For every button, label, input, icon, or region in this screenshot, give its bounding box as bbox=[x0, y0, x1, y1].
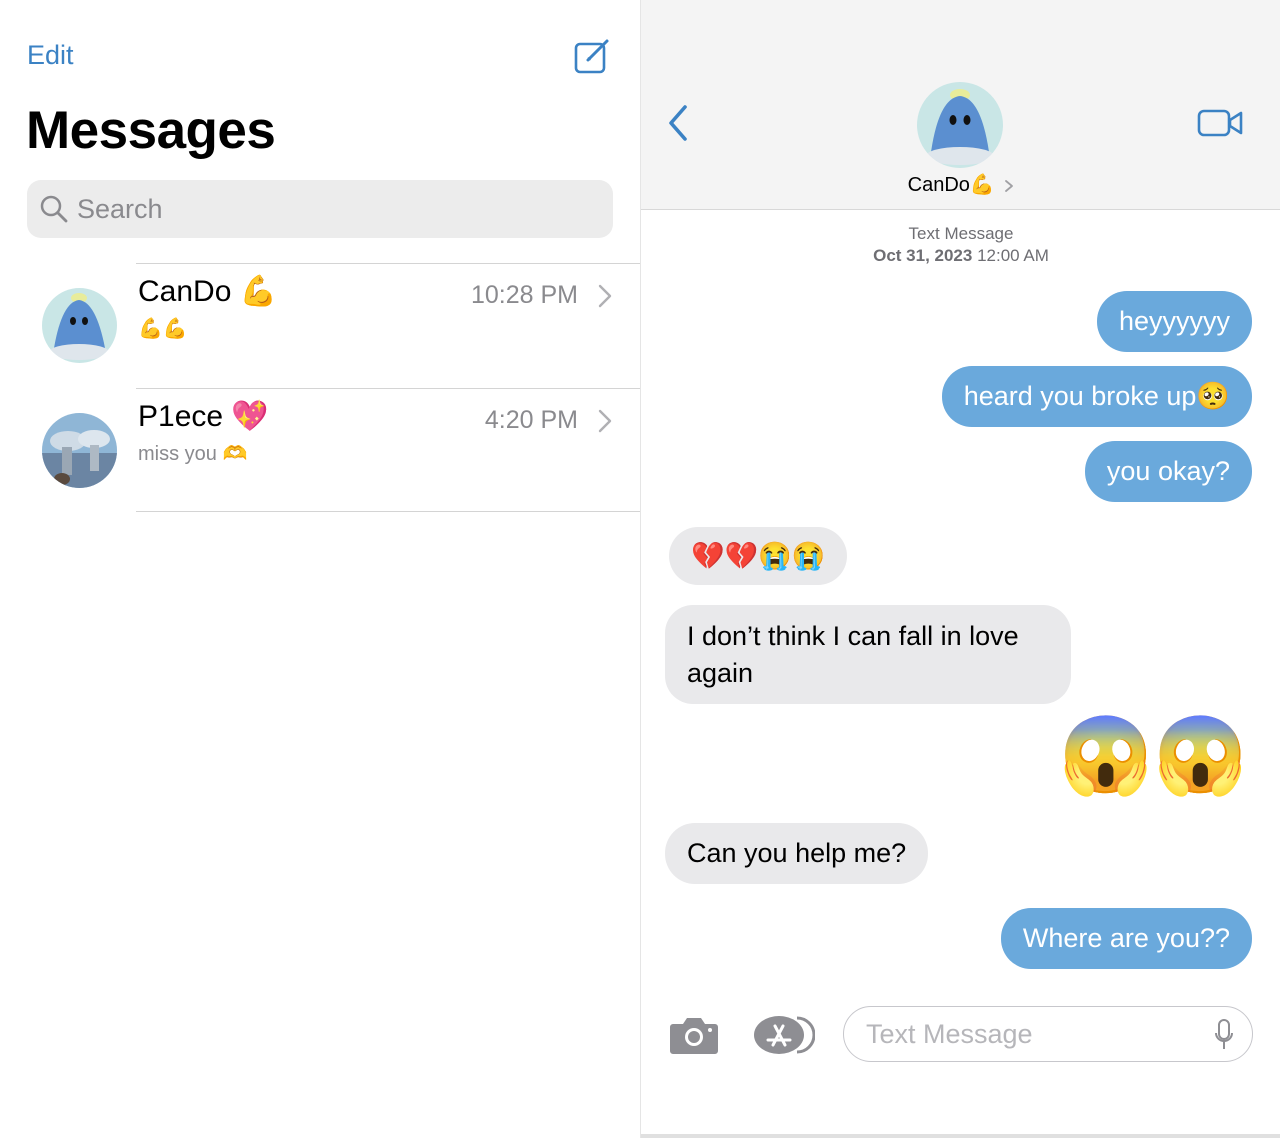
message-bubble-incoming[interactable]: 💔💔😭😭 bbox=[669, 527, 848, 585]
message-bubble-outgoing[interactable]: you okay? bbox=[1084, 441, 1252, 502]
search-icon bbox=[40, 195, 68, 223]
avatar bbox=[42, 288, 117, 363]
message-bubble-incoming[interactable]: Can you help me? bbox=[665, 823, 929, 884]
message-type-label: Text Message bbox=[908, 224, 1014, 243]
app-store-icon[interactable] bbox=[753, 1014, 815, 1056]
contact-name: CanDo💪 bbox=[907, 174, 995, 196]
camera-icon[interactable] bbox=[669, 1014, 719, 1056]
conversation-row-cando[interactable]: CanDo 💪 💪💪 10:28 PM bbox=[0, 264, 640, 388]
message-input[interactable]: Text Message bbox=[843, 1006, 1253, 1062]
chat-pane: CanDo💪 Text Message Oct 31, 2023 12:00 A… bbox=[640, 0, 1280, 1138]
chevron-right-icon bbox=[598, 409, 612, 433]
contact-name: CanDo 💪 bbox=[138, 275, 278, 308]
edit-button[interactable]: Edit bbox=[27, 40, 74, 71]
microphone-icon[interactable] bbox=[1214, 1019, 1234, 1051]
date: Oct 31, 2023 bbox=[873, 246, 973, 265]
message-bubble-incoming[interactable]: I don’t think I can fall in love again bbox=[665, 605, 1071, 704]
avatar[interactable] bbox=[917, 82, 1003, 168]
conversation-row-p1ece[interactable]: P1ece 💖 miss you 🫶 4:20 PM bbox=[0, 389, 640, 513]
time: 12:00 AM bbox=[977, 246, 1049, 265]
timestamp: Oct 31, 2023 12:00 AM bbox=[641, 246, 1280, 266]
messages-app: Edit Messages Search CanDo 💪 💪💪 10:28 PM… bbox=[0, 0, 1280, 1138]
back-chevron-icon[interactable] bbox=[667, 104, 689, 142]
contact-name-header[interactable]: CanDo💪 bbox=[641, 172, 1280, 197]
emoji-message-outgoing[interactable]: 😱😱 bbox=[1059, 716, 1248, 796]
message-bubble-outgoing[interactable]: heard you broke up🥺 bbox=[941, 366, 1252, 427]
message-preview: 💪💪 bbox=[138, 318, 188, 340]
chat-header: CanDo💪 bbox=[641, 0, 1280, 210]
chevron-right-icon bbox=[1005, 179, 1014, 192]
message-bubble-outgoing[interactable]: Where are you?? bbox=[1000, 908, 1252, 969]
search-placeholder: Search bbox=[77, 194, 163, 224]
message-line: again bbox=[687, 658, 754, 688]
message-time: 10:28 PM bbox=[470, 281, 578, 309]
search-input[interactable]: Search bbox=[27, 180, 613, 238]
message-input-placeholder: Text Message bbox=[866, 1019, 1033, 1049]
contact-name: P1ece 💖 bbox=[138, 400, 269, 433]
divider bbox=[641, 1134, 1280, 1138]
chevron-right-icon bbox=[598, 284, 612, 308]
message-time: 4:20 PM bbox=[484, 406, 578, 434]
divider bbox=[136, 511, 640, 512]
video-camera-icon[interactable] bbox=[1197, 108, 1243, 138]
page-title: Messages bbox=[26, 101, 276, 160]
compose-icon[interactable] bbox=[574, 38, 612, 74]
avatar bbox=[42, 413, 117, 488]
conversation-list-pane: Edit Messages Search CanDo 💪 💪💪 10:28 PM… bbox=[0, 0, 640, 1138]
compose-bar: Text Message bbox=[641, 1000, 1280, 1074]
message-bubble-outgoing[interactable]: heyyyyyy bbox=[1096, 291, 1252, 352]
message-preview: miss you 🫶 bbox=[138, 443, 248, 465]
message-line: I don’t think I can fall in love bbox=[687, 621, 1019, 651]
